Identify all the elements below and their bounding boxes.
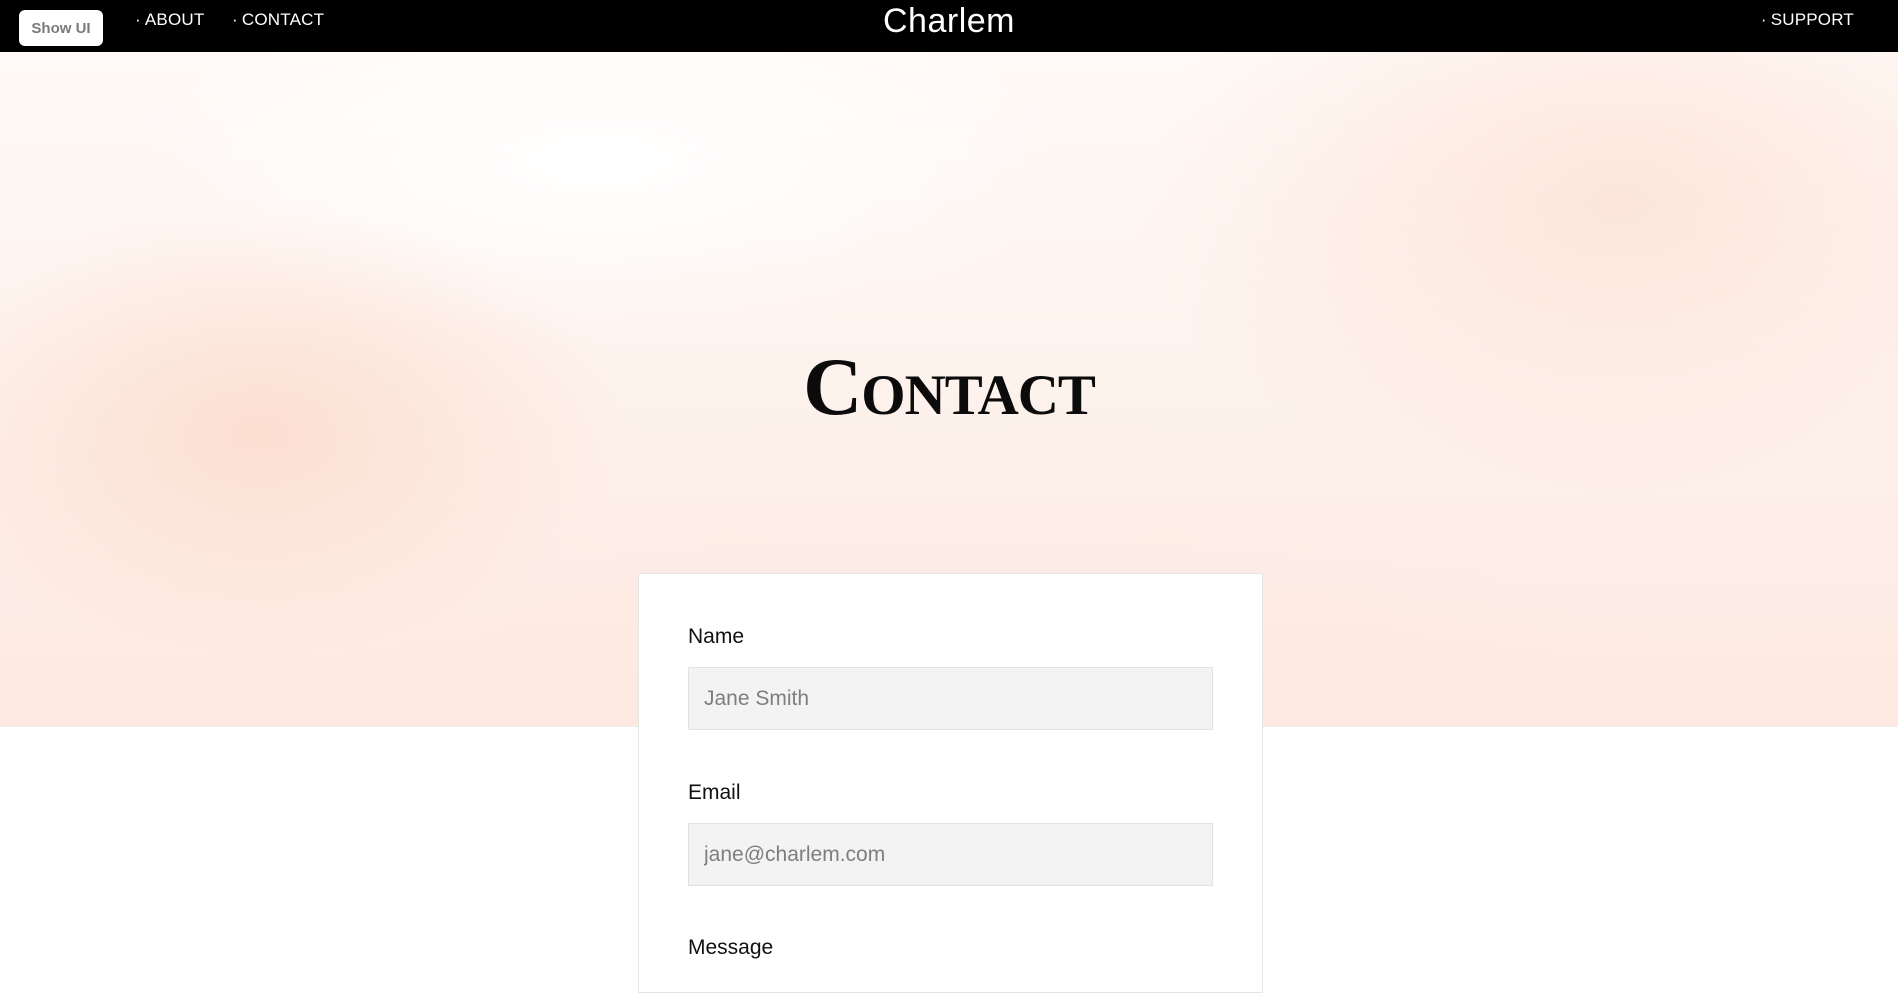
bullet-icon: · xyxy=(135,10,141,29)
message-field-label: Message xyxy=(688,936,774,959)
show-ui-button-label: Show UI xyxy=(31,19,91,37)
name-field-label: Name xyxy=(688,625,745,648)
nav-link-contact-label: CONTACT xyxy=(241,10,325,29)
email-input[interactable] xyxy=(688,823,1213,886)
contact-form: Name Email Message xyxy=(638,573,1263,993)
email-field-label: Email xyxy=(688,781,741,804)
top-navigation-bar: P ·ABOUT ·CONTACT Charlem ·SUPPORT Show … xyxy=(0,0,1898,52)
bullet-icon: · xyxy=(1760,10,1767,29)
nav-link-support[interactable]: · SUPPORT xyxy=(1761,10,1854,30)
nav-link-support-label: SUPPORT xyxy=(1770,10,1854,29)
bullet-icon: · xyxy=(232,10,238,29)
nav-link-about-label: ABOUT xyxy=(144,10,205,29)
show-ui-button[interactable]: Show UI xyxy=(19,10,103,46)
nav-link-contact[interactable]: · CONTACT xyxy=(232,10,324,30)
page-title: Contact xyxy=(803,341,1096,432)
nav-link-about[interactable]: · ABOUT xyxy=(135,10,204,30)
name-input[interactable] xyxy=(688,667,1213,730)
